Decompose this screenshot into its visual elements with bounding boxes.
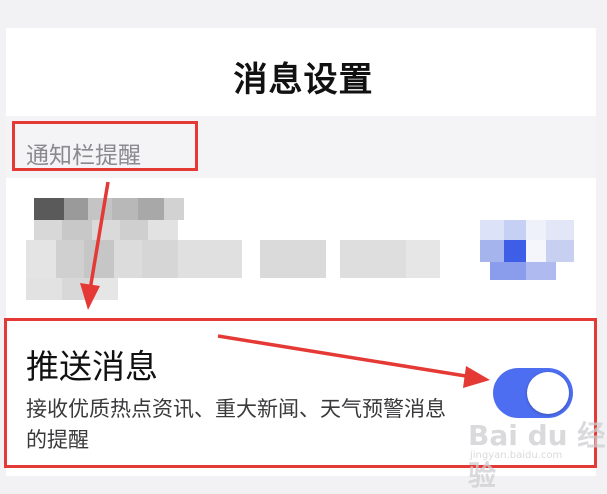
mosaic-block	[406, 240, 440, 278]
mosaic-block	[88, 198, 112, 220]
mosaic-block	[546, 240, 574, 262]
mosaic-block	[480, 220, 504, 240]
mosaic-block	[92, 278, 118, 300]
mosaic-block	[526, 262, 556, 280]
mosaic-block	[526, 240, 546, 262]
blurred-setting-row	[6, 178, 596, 316]
mosaic-block	[34, 220, 62, 240]
mosaic-block	[164, 198, 184, 220]
mosaic-block	[26, 278, 62, 300]
mosaic-block	[114, 240, 142, 278]
mosaic-block	[142, 240, 178, 278]
mosaic-block	[112, 198, 138, 220]
mosaic-block	[546, 220, 574, 240]
mosaic-block	[526, 220, 546, 240]
watermark-url: jingyan.baidu.com	[470, 450, 563, 461]
annotation-box-section-header	[12, 121, 198, 171]
mosaic-block	[490, 262, 526, 280]
mosaic-block	[148, 220, 178, 240]
mosaic-block	[504, 220, 526, 240]
mosaic-block	[64, 198, 88, 220]
mosaic-block	[62, 278, 92, 300]
mosaic-block	[504, 240, 526, 262]
mosaic-block	[138, 198, 164, 220]
mosaic-block	[480, 240, 504, 262]
mosaic-block	[56, 240, 84, 278]
mosaic-block	[120, 220, 148, 240]
mosaic-block	[84, 240, 114, 278]
mosaic-block	[26, 240, 56, 278]
mosaic-block	[260, 240, 326, 278]
mosaic-block	[92, 220, 120, 240]
page-title: 消息设置	[233, 60, 374, 100]
mosaic-block	[340, 240, 406, 278]
mosaic-block	[62, 220, 92, 240]
mosaic-block	[34, 198, 64, 220]
mosaic-block	[178, 240, 242, 278]
